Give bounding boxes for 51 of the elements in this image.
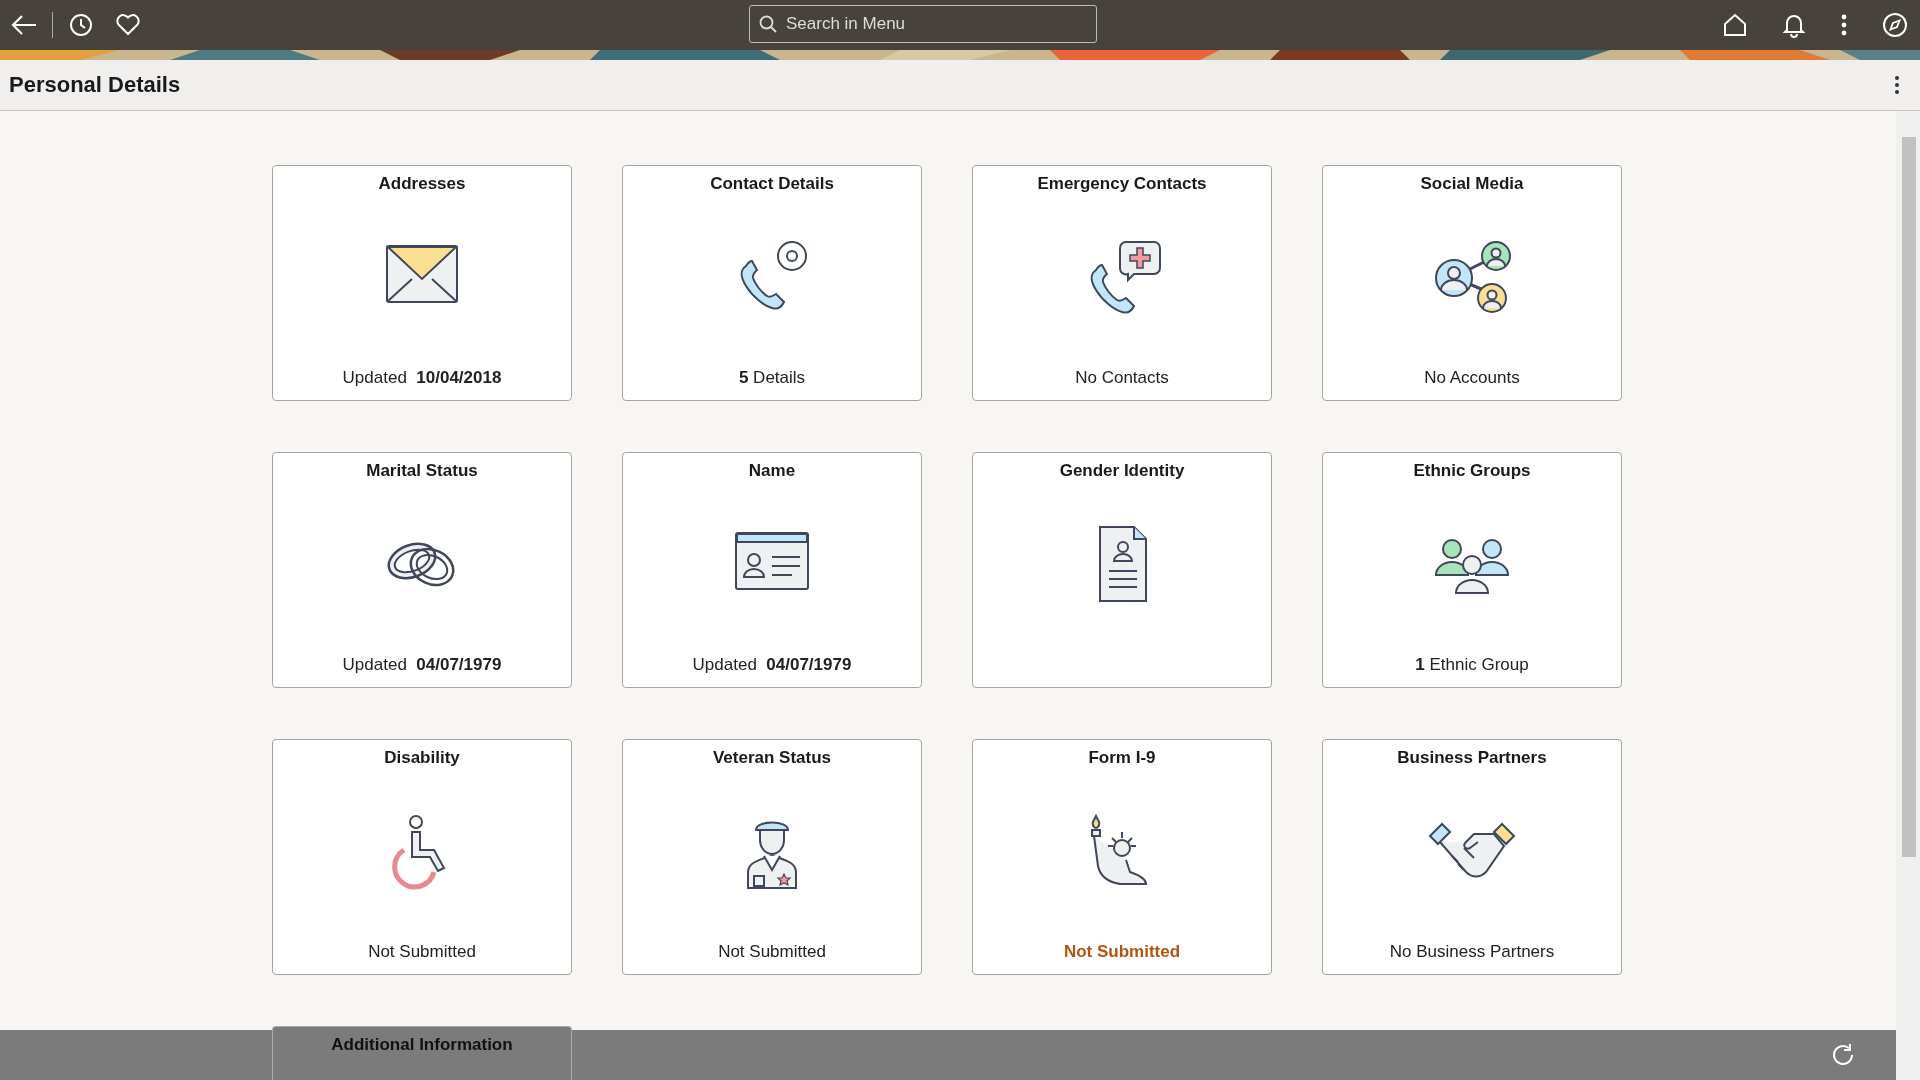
scrollbar[interactable] <box>1896 111 1920 1080</box>
more-icon[interactable] <box>1894 75 1900 95</box>
scrollbar-thumb[interactable] <box>1902 137 1916 857</box>
page-title: Personal Details <box>9 72 181 98</box>
tile-title: Emergency Contacts <box>1037 174 1207 194</box>
tile[interactable]: Business Partners No Business Partners <box>1322 739 1622 975</box>
history-icon[interactable] <box>69 13 93 37</box>
tile-title: Ethnic Groups <box>1413 461 1531 481</box>
tile-status: 5 Details <box>738 368 806 388</box>
tile[interactable]: Form I-9 Not Submitted <box>972 739 1272 975</box>
notification-icon[interactable] <box>1782 12 1806 38</box>
tile-status: No Contacts <box>1075 368 1169 388</box>
tile-status: 1 Ethnic Group <box>1415 655 1529 675</box>
search-icon <box>759 15 777 33</box>
tile[interactable]: Additional Information <box>272 1026 572 1080</box>
tile[interactable]: Addresses Updated 10/04/2018 <box>272 165 572 401</box>
tile-title: Gender Identity <box>1059 461 1185 481</box>
tile-status: Updated 10/04/2018 <box>342 368 502 388</box>
tile[interactable]: Social Media No Accounts <box>1322 165 1622 401</box>
tile[interactable]: Ethnic Groups 1 Ethnic Group <box>1322 452 1622 688</box>
tile-title: Social Media <box>1420 174 1524 194</box>
home-icon[interactable] <box>1722 12 1748 38</box>
tile-title: Form I-9 <box>1088 748 1156 768</box>
tile-title: Business Partners <box>1397 748 1547 768</box>
tile-status: Not Submitted <box>718 942 826 962</box>
tile-status: Updated 04/07/1979 <box>342 655 502 675</box>
back-icon[interactable] <box>10 13 38 37</box>
tile[interactable]: Disability Not Submitted <box>272 739 572 975</box>
heart-icon[interactable] <box>115 13 141 37</box>
refresh-icon[interactable] <box>1830 1042 1856 1068</box>
tile[interactable]: Contact Details 5 Details <box>622 165 922 401</box>
more-icon[interactable] <box>1840 13 1848 37</box>
tile-title: Veteran Status <box>712 748 832 768</box>
tile[interactable]: Marital Status Updated 04/07/1979 <box>272 452 572 688</box>
tile[interactable]: Veteran Status Not Submitted <box>622 739 922 975</box>
tile-title: Marital Status <box>366 461 478 481</box>
tile-title: Addresses <box>378 174 466 194</box>
tile[interactable]: Emergency Contacts No Contacts <box>972 165 1272 401</box>
tile[interactable]: Gender Identity <box>972 452 1272 688</box>
tile-title: Disability <box>384 748 460 768</box>
tile-title: Additional Information <box>331 1035 513 1055</box>
tile-title: Contact Details <box>710 174 834 194</box>
tile[interactable]: Name Updated 04/07/1979 <box>622 452 922 688</box>
tile-status: Not Submitted <box>1063 942 1181 962</box>
compass-icon[interactable] <box>1882 12 1908 38</box>
tile-title: Name <box>748 461 796 481</box>
tile-status: No Accounts <box>1424 368 1520 388</box>
tile-status: Updated 04/07/1979 <box>692 655 852 675</box>
tile-status: Not Submitted <box>368 942 476 962</box>
tile-status: No Business Partners <box>1389 942 1555 962</box>
search-field[interactable]: Search in Menu <box>749 5 1097 43</box>
